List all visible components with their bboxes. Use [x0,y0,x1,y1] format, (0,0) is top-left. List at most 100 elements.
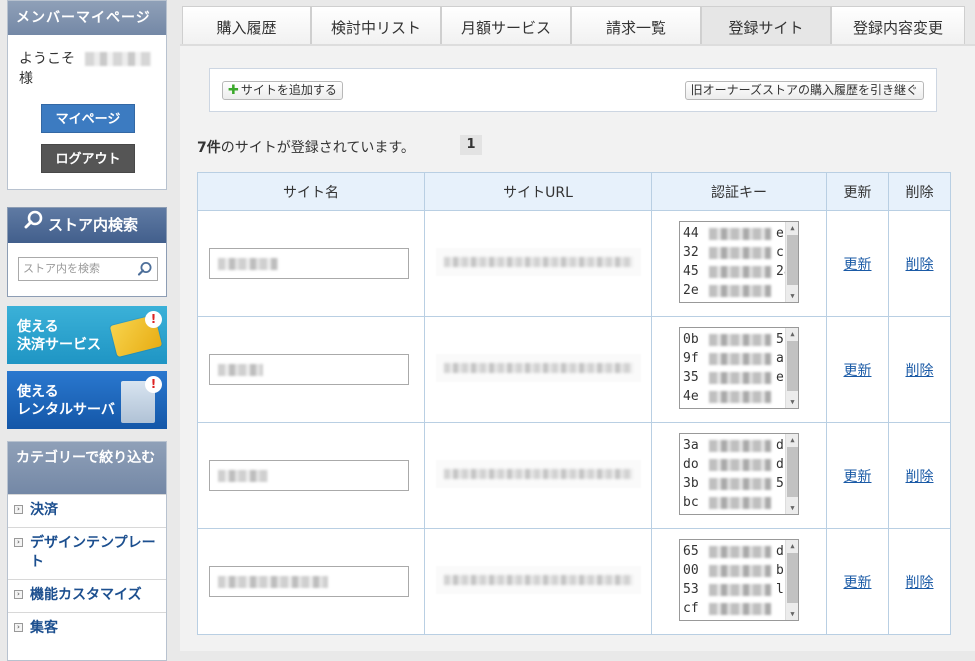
site-name-redacted [218,364,263,376]
tab-monthly-services[interactable]: 月額サービス [441,6,571,44]
table-row: 65 d 00 b 53 l cf ▲ ▼ 更新 削除 [197,528,951,635]
auth-key-start: 44 [683,225,699,241]
site-toolbar: ✚ サイトを追加する 旧オーナーズストアの購入履歴を引き継ぐ [209,68,937,112]
auth-key-start: 4e [683,388,699,404]
auth-key-start: 00 [683,562,699,578]
site-count-suffix: のサイトが登録されています。 [220,140,415,156]
auth-key-line: 44 ef [683,224,798,243]
scroll-thumb[interactable] [787,446,798,497]
store-search-input[interactable]: ストア内を検索 [18,257,158,281]
auth-key-start: 0b [683,331,699,347]
payment-services-banner[interactable]: 使える 決済サービス ! [7,306,167,364]
pagination-current[interactable]: 1 [460,135,482,155]
update-link[interactable]: 更新 [844,363,872,379]
tab-account-settings[interactable]: 登録内容変更 [831,6,965,44]
auth-key-scrollbar[interactable]: ▲ ▼ [785,433,798,514]
table-row: 3a d do d 3b 5 bc ▲ ▼ 更新 削除 [197,422,951,529]
tab-wishlist[interactable]: 検討中リスト [311,6,441,44]
auth-key-line: 35 e [683,368,798,387]
site-name-input[interactable] [209,460,409,491]
auth-key-line: 9f a [683,349,798,368]
site-name-input[interactable] [209,354,409,385]
search-submit-icon[interactable] [137,261,153,285]
auth-key-start: 53 [683,581,699,597]
delete-link[interactable]: 削除 [906,257,934,273]
arrow-right-icon: › [14,623,23,632]
inherit-history-button[interactable]: 旧オーナーズストアの購入履歴を引き継ぐ [684,81,924,100]
category-item-design-template[interactable]: › デザインテンプレート [8,527,166,579]
auth-key-redacted [709,333,771,346]
category-item-payment[interactable]: › 決済 [8,494,166,527]
update-link[interactable]: 更新 [844,257,872,273]
alert-icon: ! [145,376,162,393]
auth-key-textarea[interactable]: 0b 5 9f a 35 e 4e ▲ ▼ [679,326,799,409]
delete-link[interactable]: 削除 [906,575,934,591]
auth-key-textarea[interactable]: 44 ef 32 c 45 2a 2e ▲ ▼ [679,220,799,303]
delete-link[interactable]: 削除 [906,469,934,485]
update-link[interactable]: 更新 [844,575,872,591]
user-name-redacted [85,52,151,66]
auth-key-end: a [776,350,784,366]
sites-table-body: 44 ef 32 c 45 2a 2e ▲ ▼ 更新 削除 0b 5 9f a 35 e 4e ▲ ▼ 更新 削除 3a d d… [197,210,951,635]
arrow-right-icon: › [14,538,23,547]
site-url-redacted [435,565,641,594]
scroll-down-icon[interactable]: ▼ [786,291,798,301]
tab-registered-sites[interactable]: 登録サイト [701,6,831,44]
auth-key-end: 5 [776,331,784,347]
sites-table: サイト名 サイトURL 認証キー 更新 削除 44 ef 32 c 45 2a 2e ▲ ▼ 更新… [197,172,951,635]
update-cell: 更新 [826,422,889,529]
scroll-up-icon[interactable]: ▲ [786,329,798,339]
scroll-down-icon[interactable]: ▼ [786,609,798,619]
auth-key-end: d [776,456,784,472]
site-count: 7件 [197,140,221,156]
auth-key-end: b [776,562,784,578]
scroll-down-icon[interactable]: ▼ [786,397,798,407]
sidebar: メンバーマイページ ようこそ 様 マイページ ログアウト ストア内検索 ストア内… [7,0,167,661]
auth-key-start: 65 [683,543,699,559]
tab-purchase-history[interactable]: 購入履歴 [182,6,311,44]
auth-key-cell: 3a d do d 3b 5 bc ▲ ▼ [651,422,827,529]
auth-key-scrollbar[interactable]: ▲ ▼ [785,221,798,302]
logout-button[interactable]: ログアウト [41,144,135,173]
auth-key-redacted [709,246,771,259]
scroll-down-icon[interactable]: ▼ [786,503,798,513]
mypage-button[interactable]: マイページ [41,104,135,133]
scroll-up-icon[interactable]: ▲ [786,541,798,551]
auth-key-scrollbar[interactable]: ▲ ▼ [785,327,798,408]
add-site-button[interactable]: ✚ サイトを追加する [222,81,343,100]
site-name-redacted [218,258,278,270]
auth-key-textarea[interactable]: 65 d 00 b 53 l cf ▲ ▼ [679,538,799,621]
auth-key-redacted [709,458,771,471]
category-item-marketing[interactable]: › 集客 [8,612,166,645]
main-area: 購入履歴 検討中リスト 月額サービス 請求一覧 登録サイト 登録内容変更 ✚ サイ… [180,0,975,651]
delete-link[interactable]: 削除 [906,363,934,379]
site-name-input[interactable] [209,248,409,279]
auth-key-redacted [709,496,771,509]
category-item-customize[interactable]: › 機能カスタマイズ [8,579,166,612]
scroll-thumb[interactable] [787,340,798,391]
auth-key-textarea[interactable]: 3a d do d 3b 5 bc ▲ ▼ [679,432,799,515]
auth-key-end: d [776,543,784,559]
scroll-thumb[interactable] [787,234,798,285]
site-url-cell [424,316,652,423]
update-link[interactable]: 更新 [844,469,872,485]
col-header-site-name: サイト名 [197,172,425,211]
member-box: メンバーマイページ ようこそ 様 マイページ ログアウト [7,0,167,190]
category-label: 機能カスタマイズ [30,587,142,603]
auth-key-scrollbar[interactable]: ▲ ▼ [785,539,798,620]
scroll-thumb[interactable] [787,552,798,603]
scroll-up-icon[interactable]: ▲ [786,223,798,233]
update-cell: 更新 [826,528,889,635]
scroll-up-icon[interactable]: ▲ [786,435,798,445]
site-url-redacted [435,247,641,276]
auth-key-redacted [709,265,771,278]
auth-key-start: cf [683,600,699,616]
category-label: 集客 [30,620,58,636]
site-name-cell [197,422,425,529]
auth-key-redacted [709,390,771,403]
tab-invoices[interactable]: 請求一覧 [571,6,701,44]
store-search-title: ストア内検索 [8,208,166,243]
site-name-input[interactable] [209,566,409,597]
rental-server-banner[interactable]: 使える レンタルサーバ ! [7,371,167,429]
table-row: 44 ef 32 c 45 2a 2e ▲ ▼ 更新 削除 [197,210,951,317]
